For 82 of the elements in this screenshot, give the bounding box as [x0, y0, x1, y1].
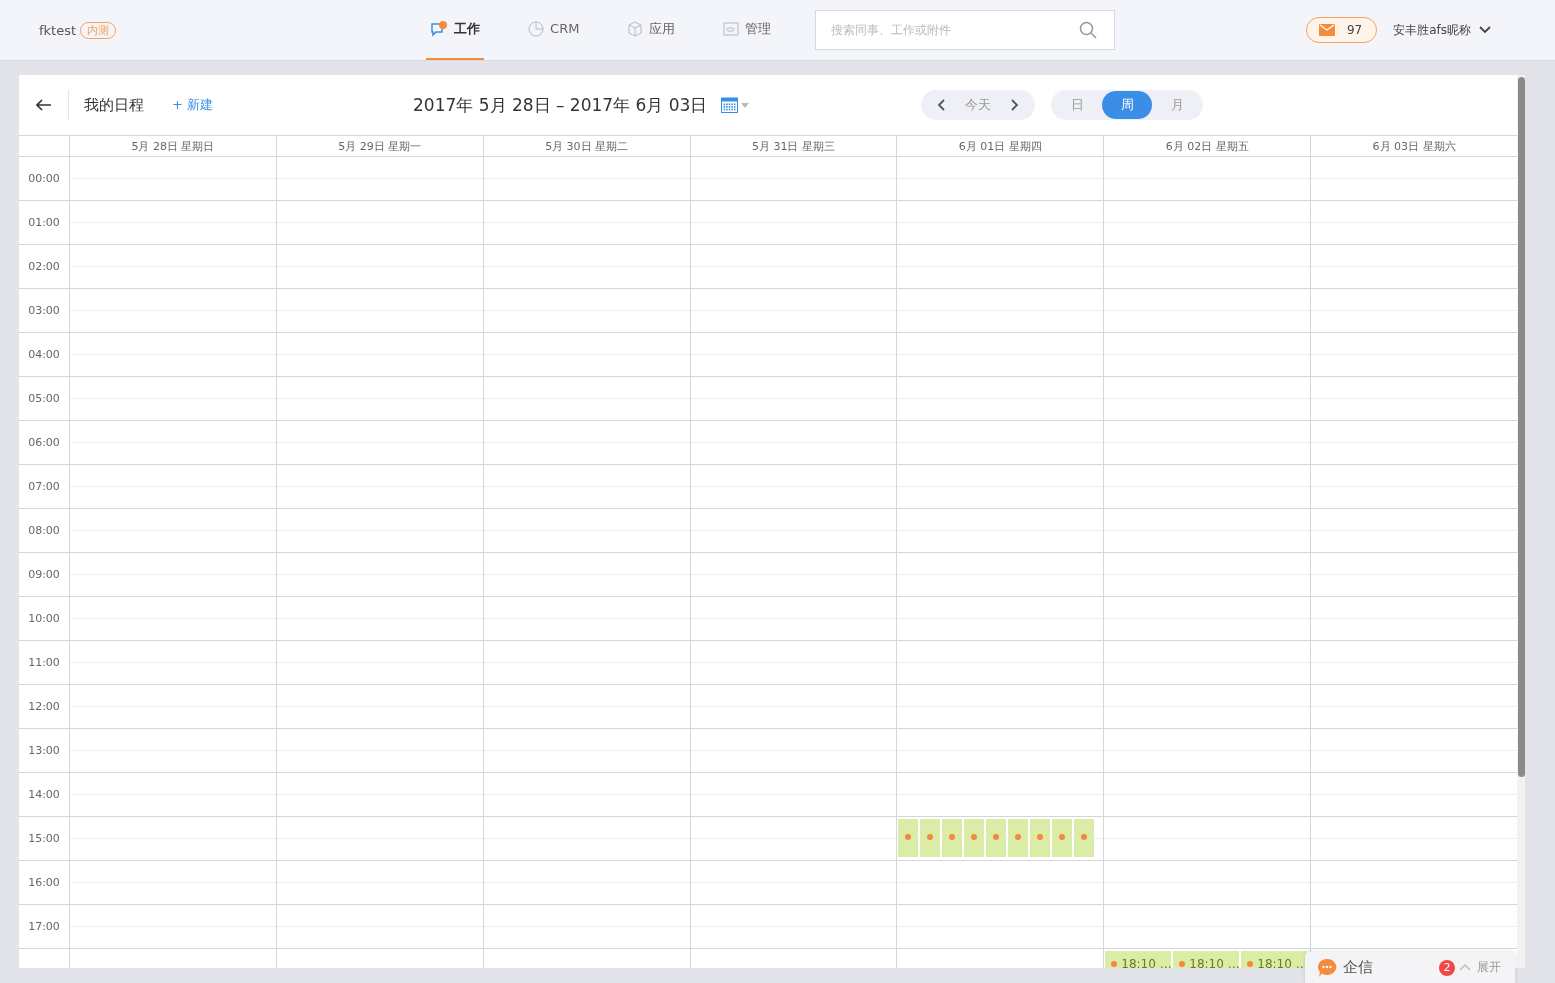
time-label: 09:00	[19, 553, 69, 597]
chevron-up-icon	[1459, 964, 1471, 971]
day-header: 5月 31日 星期三	[689, 136, 897, 157]
chat-icon	[430, 20, 449, 37]
time-label: 07:00	[19, 465, 69, 509]
card-icon	[723, 21, 740, 36]
view-tab[interactable]: 月	[1152, 91, 1203, 119]
time-label: 10:00	[19, 597, 69, 641]
chat-title: 企信	[1343, 958, 1374, 977]
unread-badge: 2	[1439, 959, 1455, 976]
view-tab[interactable]: 周	[1102, 91, 1153, 119]
chat-bubble-icon	[1317, 957, 1337, 978]
mail-count: 97	[1346, 23, 1363, 37]
calendar-icon	[721, 97, 739, 113]
pie-chart-icon	[528, 20, 545, 37]
nav-tab[interactable]: 管理	[719, 0, 776, 60]
date-range: 2017年 5月 28日 – 2017年 6月 03日	[413, 93, 708, 117]
day-header: 6月 02日 星期五	[1103, 136, 1311, 157]
dot-icon	[1015, 834, 1022, 840]
day-header: 6月 01日 星期四	[896, 136, 1104, 157]
envelope-icon	[1318, 24, 1335, 36]
dot-icon	[1081, 834, 1088, 840]
nav-tab[interactable]: CRM	[524, 0, 584, 60]
expand-button[interactable]: 展开	[1455, 959, 1501, 976]
event-block[interactable]	[942, 819, 963, 857]
chat-panel[interactable]: 企信 2 展开	[1305, 952, 1515, 983]
event-block[interactable]	[1052, 819, 1073, 857]
user-menu[interactable]: 安丰胜afs昵称	[1393, 21, 1491, 39]
time-label: 16:00	[19, 861, 69, 905]
time-label: 05:00	[19, 377, 69, 421]
dot-icon	[1059, 834, 1066, 840]
time-label: 06:00	[19, 421, 69, 465]
time-label: 01:00	[19, 201, 69, 245]
dot-icon	[993, 834, 1000, 840]
event-block[interactable]	[986, 819, 1007, 857]
dot-icon	[927, 834, 934, 840]
dot-icon	[949, 834, 956, 840]
event-block[interactable]: 18:10 …	[1173, 951, 1240, 968]
caret-icon	[741, 102, 750, 108]
day-header: 5月 30日 星期二	[482, 136, 690, 157]
view-tab[interactable]: 日	[1052, 91, 1103, 119]
chevron-down-icon	[1479, 26, 1491, 34]
search-field[interactable]: 搜索同事、工作或附件	[815, 10, 1116, 50]
event-block[interactable]: 18:10 …	[1241, 951, 1308, 968]
event-block[interactable]	[1008, 819, 1029, 857]
dot-icon	[905, 834, 912, 840]
dot-icon	[971, 834, 978, 840]
chevron-right-icon	[1011, 99, 1020, 111]
today-button[interactable]: 今天	[961, 96, 996, 114]
new-button[interactable]: + 新建	[172, 96, 214, 114]
dot-icon	[1037, 834, 1044, 840]
event-block[interactable]	[1030, 819, 1051, 857]
time-label: 15:00	[19, 817, 69, 861]
time-label: 04:00	[19, 333, 69, 377]
event-block[interactable]	[920, 819, 941, 857]
event-block[interactable]	[898, 819, 919, 857]
day-header: 5月 29日 星期一	[275, 136, 483, 157]
calendar-picker[interactable]	[721, 97, 750, 113]
chevron-left-icon	[937, 99, 946, 111]
back-arrow-icon	[35, 99, 52, 111]
page-title: 我的日程	[84, 95, 144, 115]
event-block[interactable]	[1074, 819, 1095, 857]
time-label: 00:00	[19, 157, 69, 201]
day-header: 5月 28日 星期日	[69, 136, 276, 157]
event-block[interactable]	[964, 819, 985, 857]
time-label: 12:00	[19, 685, 69, 729]
nav-tab[interactable]: 应用	[623, 0, 680, 60]
day-header: 6月 03日 星期六	[1310, 136, 1517, 157]
cube-icon	[627, 20, 644, 37]
mail-button[interactable]: 97	[1305, 17, 1378, 43]
time-label: 11:00	[19, 641, 69, 685]
search-icon	[1079, 21, 1098, 39]
nav-tab[interactable]: 工作	[426, 0, 485, 60]
time-label: 03:00	[19, 289, 69, 333]
time-label: 08:00	[19, 509, 69, 553]
brand-name: fktest	[39, 22, 77, 38]
time-label: 14:00	[19, 773, 69, 817]
scrollbar-thumb[interactable]	[1517, 77, 1525, 777]
event-block[interactable]: 18:10 …	[1105, 951, 1172, 968]
time-label: 13:00	[19, 729, 69, 773]
time-label: 17:00	[19, 905, 69, 949]
time-label: 02:00	[19, 245, 69, 289]
